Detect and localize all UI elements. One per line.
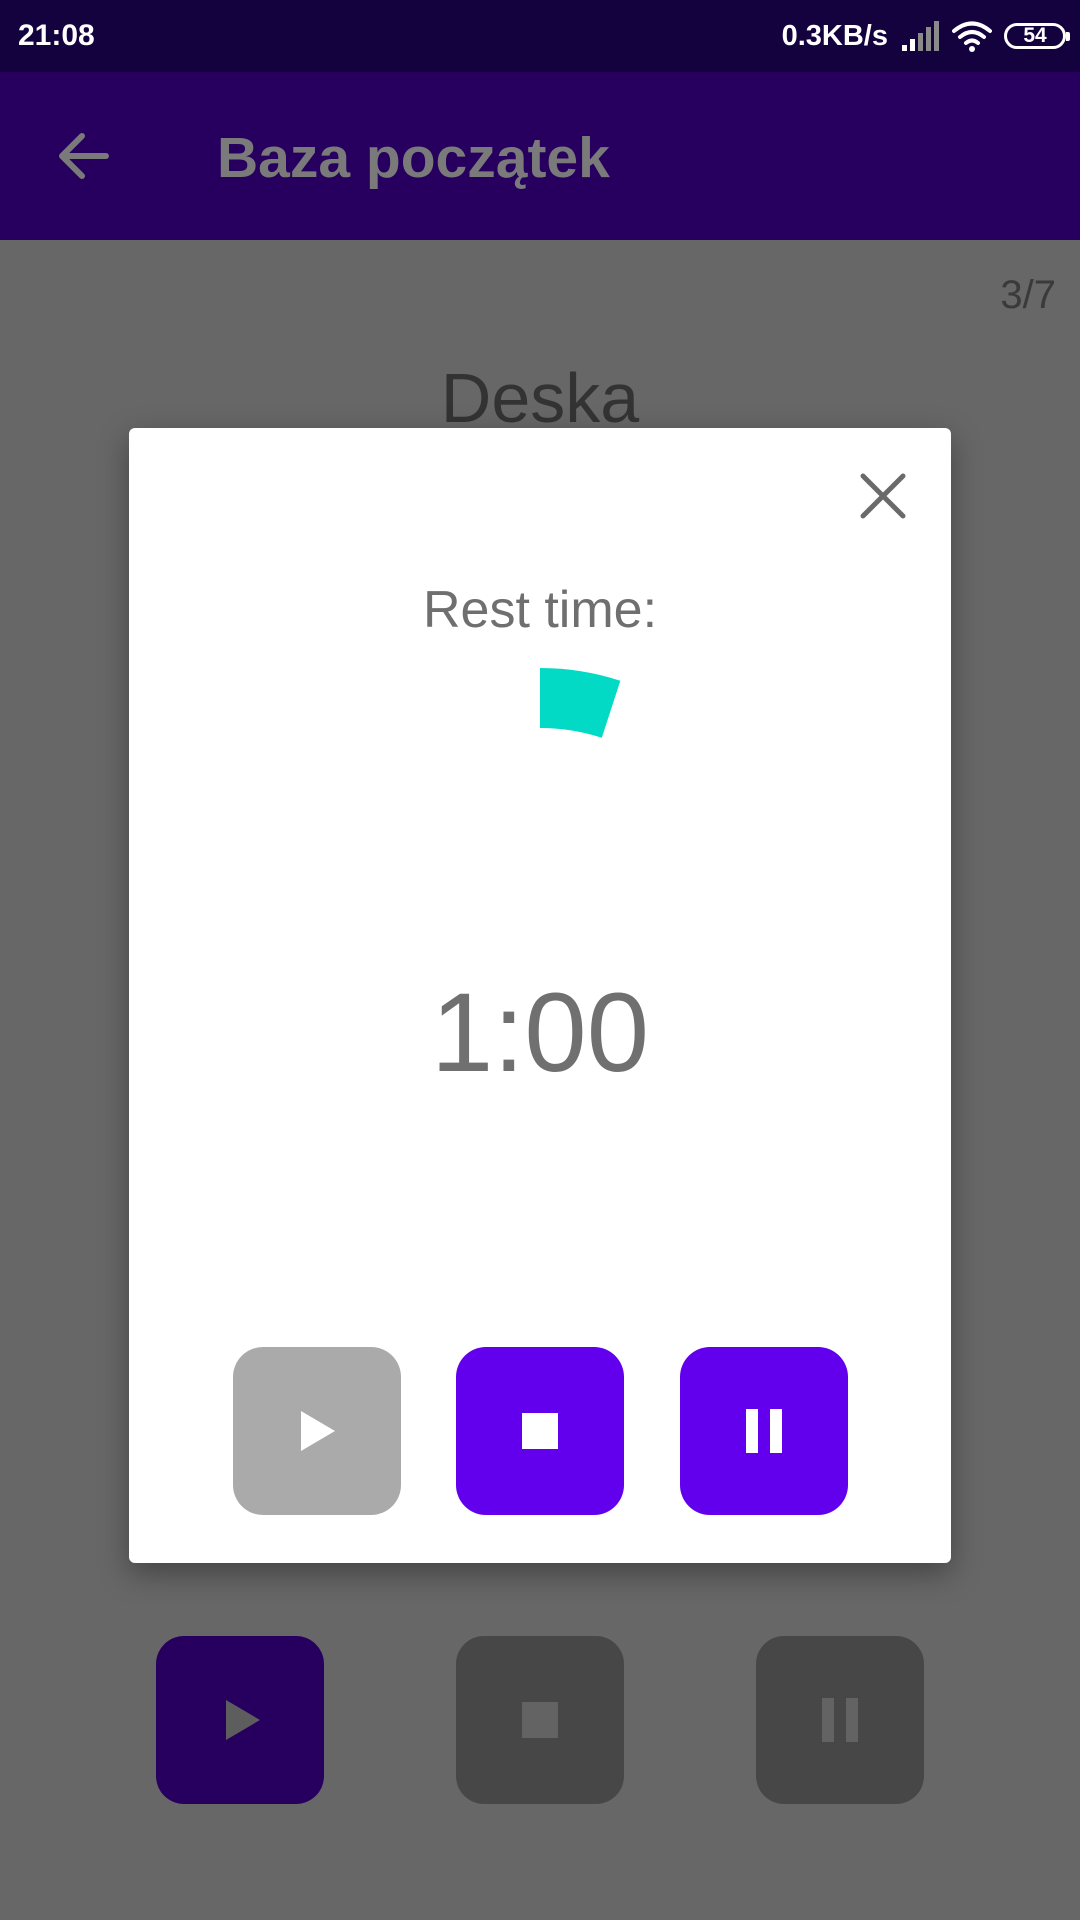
arrow-left-icon <box>59 133 109 179</box>
exercise-title: Deska <box>440 359 640 437</box>
pause-button[interactable] <box>756 1636 924 1804</box>
dialog-pause-button[interactable] <box>680 1347 848 1515</box>
app-toolbar: Baza początek <box>0 72 1080 240</box>
back-button[interactable] <box>42 114 126 198</box>
status-time: 21:08 <box>18 19 95 52</box>
exercise-progress-counter: 3/7 <box>1000 273 1056 317</box>
close-button[interactable] <box>845 458 921 534</box>
page-title: Baza początek <box>217 126 610 190</box>
battery-level: 54 <box>1023 24 1047 47</box>
pause-icon <box>746 1409 782 1453</box>
play-button[interactable] <box>156 1636 324 1804</box>
rest-progress-ring <box>539 668 621 739</box>
rest-time-label: Rest time: <box>422 581 658 639</box>
close-icon <box>860 473 906 519</box>
pause-icon <box>822 1698 858 1742</box>
network-speed: 0.3KB/s <box>781 20 888 52</box>
play-icon <box>226 1700 260 1740</box>
stop-button[interactable] <box>456 1636 624 1804</box>
dialog-play-button[interactable] <box>233 1347 401 1515</box>
stop-icon <box>522 1702 558 1738</box>
status-indicators: 0.3KB/s 54 <box>781 16 1070 56</box>
rest-timer-dialog: Rest time: 1:00 <box>129 428 951 1563</box>
status-bar: 21:08 0.3KB/s 54 <box>0 0 1080 72</box>
wifi-icon <box>952 21 992 52</box>
stop-icon <box>522 1413 558 1449</box>
signal-icon <box>902 21 939 51</box>
play-icon <box>301 1411 335 1451</box>
dialog-stop-button[interactable] <box>456 1347 624 1515</box>
rest-timer: 1:00 <box>431 970 649 1095</box>
battery-icon: 54 <box>1004 23 1070 49</box>
rest-progress-arc <box>539 668 621 739</box>
